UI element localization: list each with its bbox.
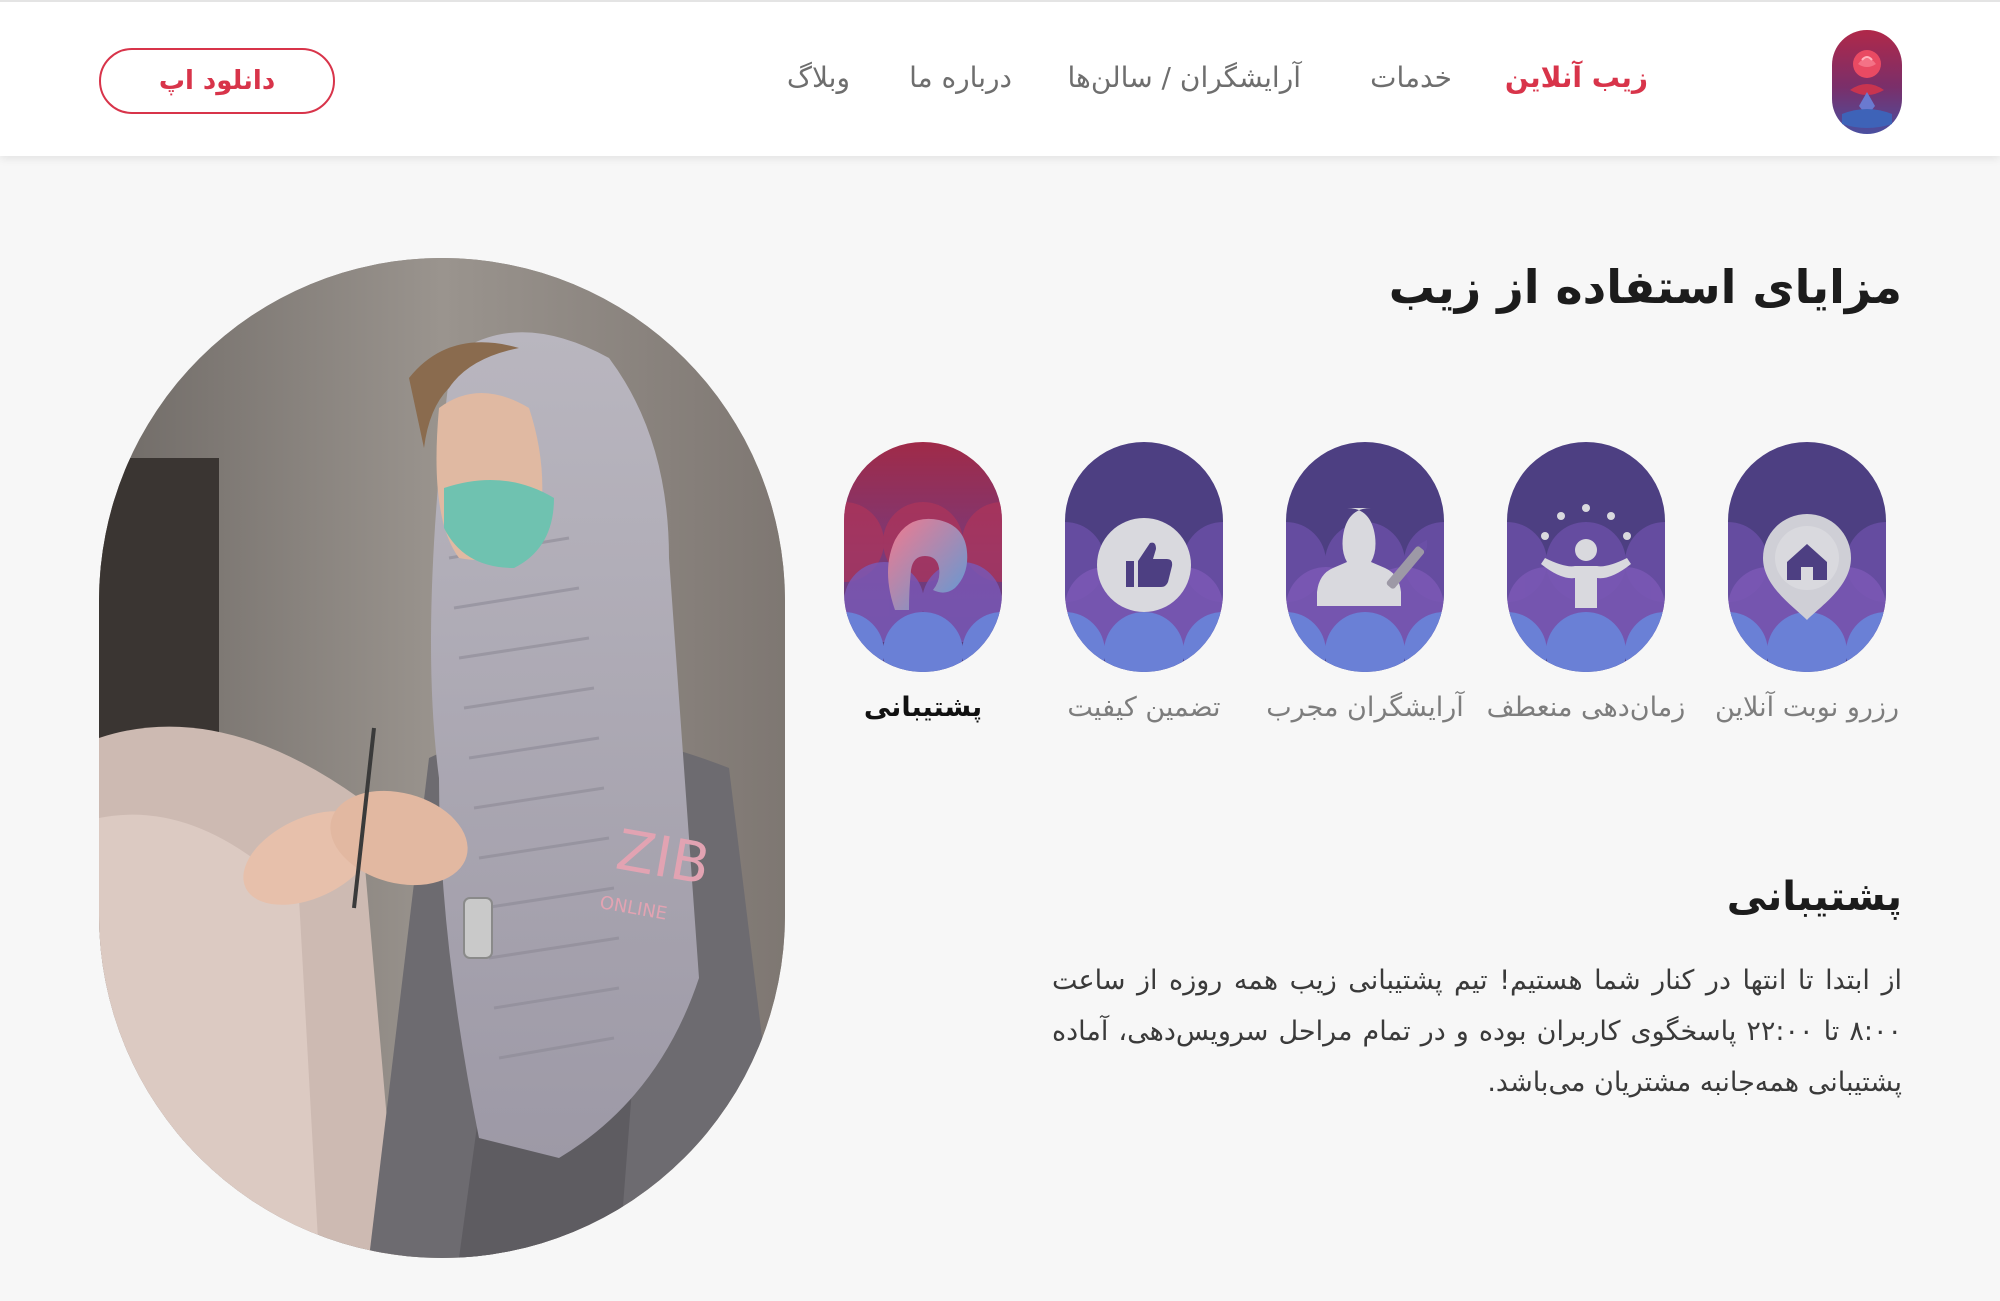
thumbs-up-icon <box>1096 517 1192 617</box>
nav-about-us[interactable]: درباره ما <box>909 54 1012 102</box>
feature-label: رزرو نوبت آنلاین <box>1714 692 1899 723</box>
feature-label: تضمین کیفیت <box>1067 692 1221 723</box>
feature-quality-guarantee[interactable]: تضمین کیفیت <box>1034 442 1254 742</box>
feature-label: پشتیبانی <box>863 692 983 723</box>
nav-blog[interactable]: وبلاگ <box>787 54 850 102</box>
download-app-button[interactable]: دانلود اپ <box>99 48 335 114</box>
benefits-title: مزایای استفاده از زیب <box>1388 260 1902 314</box>
manicure-photo: ZIB ONLINE <box>99 258 785 1258</box>
support-hair-icon <box>875 514 971 618</box>
feature-experienced-stylists[interactable]: آرایشگران مجرب <box>1255 442 1475 742</box>
feature-flexible-timing[interactable]: زمان‌دهی منعطف <box>1476 442 1696 742</box>
feature-support[interactable]: پشتیبانی <box>813 442 1033 742</box>
feature-online-booking[interactable]: رزرو نوبت آنلاین <box>1697 442 1917 742</box>
feature-label: زمان‌دهی منعطف <box>1486 692 1686 723</box>
top-navbar: زیب آنلاین خدمات آرایشگران / سالن‌ها درب… <box>0 0 2000 156</box>
detail-title: پشتیبانی <box>1726 874 1902 920</box>
nav-stylists-salons[interactable]: آرایشگران / سالن‌ها <box>1068 54 1301 102</box>
feature-label: آرایشگران مجرب <box>1266 692 1464 723</box>
nav-services[interactable]: خدمات <box>1370 54 1452 102</box>
nav-zib-online[interactable]: زیب آنلاین <box>1505 54 1648 102</box>
stylist-with-brush-icon <box>1307 502 1431 616</box>
detail-body: از ابتدا تا انتها در کنار شما هستیم! تیم… <box>1052 965 1903 1098</box>
home-location-pin-icon <box>1757 512 1857 626</box>
zib-rose-logo-icon[interactable] <box>1832 30 1902 134</box>
juggling-person-icon <box>1531 502 1641 616</box>
